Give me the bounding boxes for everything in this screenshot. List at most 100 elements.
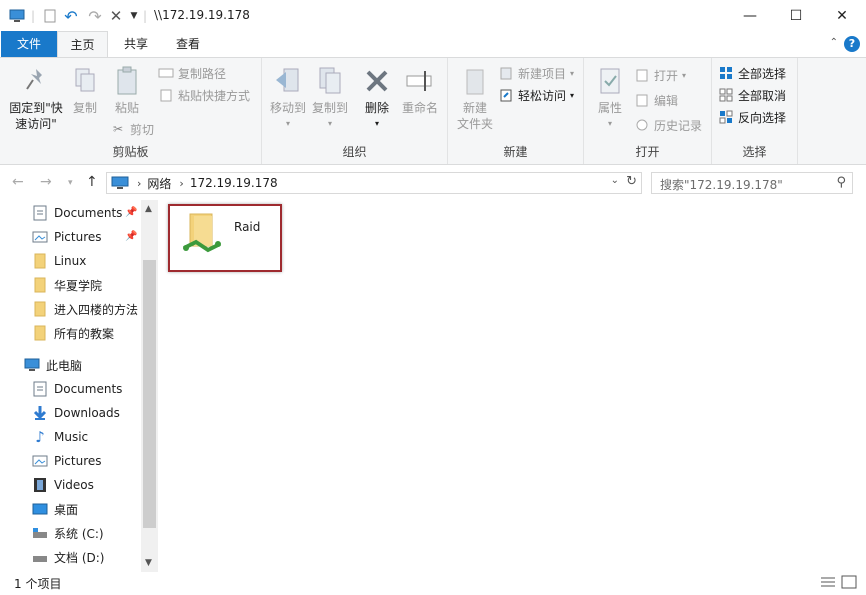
recent-dropdown-icon[interactable]: ▾	[68, 178, 73, 188]
properties-dropdown-icon: ▾	[607, 119, 612, 128]
edit-icon	[634, 92, 650, 108]
copy-to-button[interactable]: 复制到 ▾	[308, 64, 352, 132]
nav-item-linux[interactable]: Linux	[32, 250, 86, 272]
properties-icon[interactable]	[42, 6, 58, 26]
open-button[interactable]: 打开 ▾	[634, 65, 686, 85]
computer-icon[interactable]	[8, 6, 26, 26]
new-folder-button[interactable]: 新建 文件夹	[452, 64, 498, 132]
nav-item-videos[interactable]: Videos	[32, 474, 94, 496]
scroll-up-icon[interactable]: ▲	[145, 204, 152, 214]
nav-item-label: 进入四楼的方法	[54, 302, 139, 317]
edit-button[interactable]: 编辑	[634, 90, 678, 110]
move-to-icon	[272, 64, 304, 98]
edit-label: 编辑	[654, 93, 679, 108]
nav-item-label: Documents	[54, 206, 123, 220]
copy-path-button[interactable]: 复制路径	[158, 63, 226, 83]
breadcrumb-separator-icon: ›	[137, 176, 142, 190]
move-to-label: 移动到	[269, 101, 306, 115]
group-organize: 移动到 ▾ 复制到 ▾ 删除 ▾ 重命名 组织	[262, 58, 448, 164]
nav-item-label: Pictures	[54, 230, 102, 244]
history-button[interactable]: 历史记录	[634, 115, 702, 135]
nav-item-huaxia[interactable]: 华夏学院	[32, 274, 102, 296]
customize-dropdown-icon[interactable]: ▼	[128, 6, 140, 26]
rename-button[interactable]: 重命名	[398, 64, 442, 116]
nav-item-pictures[interactable]: Pictures	[32, 450, 102, 472]
pinned-icon: 📌	[125, 207, 138, 218]
this-pc-icon	[24, 357, 40, 373]
address-history-dropdown-icon[interactable]: ⌄	[611, 175, 619, 186]
help-icon[interactable]: ?	[844, 36, 860, 52]
tab-view[interactable]: 查看	[164, 31, 212, 57]
undo-icon[interactable]: ↶	[62, 6, 80, 26]
group-open: 属性 ▾ 打开 ▾ 编辑 历史记录 打开	[584, 58, 712, 164]
search-icon[interactable]: ⚲	[836, 175, 846, 190]
nav-item-pictures-quick[interactable]: Pictures	[32, 226, 102, 248]
cut-label: 剪切	[130, 122, 155, 137]
select-all-icon	[718, 65, 734, 81]
nav-item-documents[interactable]: Documents	[32, 378, 122, 400]
breadcrumb-network[interactable]: 网络	[147, 175, 171, 192]
cut-button[interactable]: ✂ 剪切	[110, 119, 154, 139]
select-none-button[interactable]: 全部取消	[718, 85, 786, 105]
nav-item-downloads[interactable]: Downloads	[32, 402, 120, 424]
close-button[interactable]: ✕	[819, 0, 865, 31]
scroll-down-icon[interactable]: ▼	[145, 558, 152, 568]
nav-item-documents-quick[interactable]: Documents	[32, 202, 122, 224]
paste-label: 粘贴	[114, 101, 139, 115]
copy-button[interactable]: 复制	[66, 64, 104, 116]
pictures-icon	[32, 453, 48, 469]
scrollbar-thumb[interactable]	[143, 260, 156, 528]
select-all-button[interactable]: 全部选择	[718, 63, 786, 83]
open-dropdown-icon: ▾	[682, 70, 687, 80]
delete-button[interactable]: 删除 ▾	[360, 64, 394, 132]
nav-item-drive-d[interactable]: 文档 (D:)	[32, 546, 104, 568]
downloads-arrow-icon	[32, 405, 48, 421]
paste-button[interactable]: 粘贴	[108, 64, 146, 116]
select-none-icon	[718, 87, 734, 103]
details-view-icon[interactable]	[820, 575, 836, 591]
properties-check-icon	[594, 64, 626, 98]
tab-share[interactable]: 共享	[112, 31, 160, 57]
pin-quick-access-button[interactable]: 固定到"快 速访问"	[6, 64, 66, 132]
breadcrumb-separator-icon: ›	[179, 176, 184, 190]
redo-icon[interactable]: ↷	[86, 6, 104, 26]
tab-file[interactable]: 文件	[1, 31, 57, 57]
nav-item-fourth-floor[interactable]: 进入四楼的方法	[32, 298, 138, 320]
item-count: 1 个项目	[14, 577, 62, 591]
collapse-ribbon-icon[interactable]: ⌃	[830, 37, 838, 48]
close-x-icon[interactable]: ✕	[108, 6, 124, 26]
nav-item-lesson-plans[interactable]: 所有的教案	[32, 322, 114, 344]
forward-arrow-icon[interactable]: →	[40, 174, 52, 190]
nav-item-drive-c[interactable]: 系统 (C:)	[32, 522, 104, 544]
paste-shortcut-button[interactable]: 粘贴快捷方式	[158, 85, 250, 105]
large-icons-view-icon[interactable]	[841, 575, 857, 591]
group-title-new: 新建	[503, 145, 528, 159]
nav-item-this-pc[interactable]: 此电脑	[24, 354, 82, 376]
separator: |	[142, 9, 148, 23]
history-icon	[634, 117, 650, 133]
move-to-button[interactable]: 移动到 ▾	[266, 64, 310, 132]
up-arrow-icon[interactable]: ↑	[86, 174, 98, 190]
refresh-icon[interactable]: ↻	[626, 174, 637, 189]
properties-button[interactable]: 属性 ▾	[588, 64, 632, 132]
search-box[interactable]: 搜索"172.19.19.178" ⚲	[651, 172, 853, 194]
shared-folder-item[interactable]: Raid	[168, 204, 282, 272]
nav-scrollbar[interactable]: ▲ ▼	[141, 200, 158, 572]
address-bar[interactable]: › 网络 › 172.19.19.178 ⌄ ↻	[106, 172, 642, 194]
nav-item-music[interactable]: ♪ Music	[32, 426, 88, 448]
easy-access-button[interactable]: 轻松访问 ▾	[498, 85, 574, 105]
history-label: 历史记录	[654, 118, 703, 133]
breadcrumb-host[interactable]: 172.19.19.178	[190, 176, 278, 190]
minimize-button[interactable]: —	[727, 0, 773, 31]
window-title: \\172.19.19.178	[154, 8, 250, 22]
back-arrow-icon[interactable]: ←	[12, 174, 24, 190]
tab-home[interactable]: 主页	[57, 31, 108, 58]
status-bar: 1 个项目	[0, 572, 866, 595]
documents-icon	[32, 205, 48, 221]
new-item-button[interactable]: 新建项目 ▾	[498, 63, 574, 83]
nav-item-desktop[interactable]: 桌面	[32, 498, 78, 520]
nav-item-label: 文档 (D:)	[54, 550, 105, 565]
maximize-button[interactable]: ☐	[773, 0, 819, 31]
pictures-icon	[32, 229, 48, 245]
invert-selection-button[interactable]: 反向选择	[718, 107, 786, 127]
